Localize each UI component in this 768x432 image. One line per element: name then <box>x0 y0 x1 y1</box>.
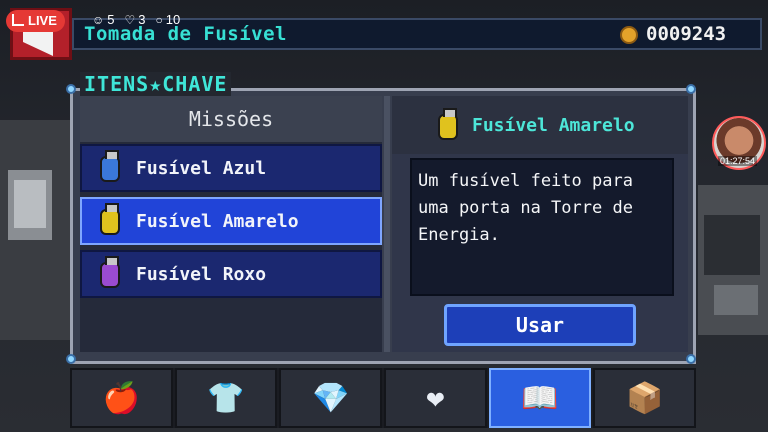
tab-food[interactable]: 🍎 <box>70 368 173 428</box>
coin-count: 0009243 <box>646 23 727 45</box>
panel-corner-gem <box>686 354 696 364</box>
item-detail: Fusível Amarelo Um fusível feito para um… <box>392 96 688 352</box>
panel-corner-gem <box>686 84 696 94</box>
signal-icon <box>12 14 24 26</box>
fuse-icon <box>100 150 120 182</box>
item-detail-name: Fusível Amarelo <box>472 114 635 136</box>
list-item-fuse-purple[interactable]: Fusível Roxo <box>80 250 382 298</box>
fuse-icon <box>100 256 120 288</box>
tab-armor[interactable]: 👕 <box>174 368 278 428</box>
panel-corner-gem <box>66 354 76 364</box>
tab-gems[interactable]: 💎 <box>279 368 383 428</box>
tab-mystery[interactable]: 📦 <box>593 368 697 428</box>
list-item-fuse-blue[interactable]: Fusível Azul <box>80 144 382 192</box>
mystery-box-icon: 📦 <box>626 380 664 416</box>
item-label: Fusível Roxo <box>136 263 267 285</box>
item-detail-header: Fusível Amarelo <box>392 96 688 154</box>
background-wall-left <box>0 120 70 340</box>
background-wall-right <box>698 185 768 335</box>
book-icon: 📖 <box>521 380 559 416</box>
viewers-stat: ☺ 5 <box>92 12 115 27</box>
tab-hearts[interactable]: ❤ <box>384 368 487 428</box>
armor-icon: 👕 <box>207 380 245 416</box>
likes-stat: ♡ 3 <box>124 12 146 27</box>
panel-title: ITENS★CHAVE <box>80 72 232 96</box>
comments-stat: ○ 10 <box>155 12 181 27</box>
use-button[interactable]: Usar <box>444 304 636 346</box>
live-badge: LIVE <box>6 10 65 32</box>
heart-icon: ♡ <box>124 13 136 27</box>
panel-corner-gem <box>66 84 76 94</box>
item-label: Fusível Azul <box>136 157 267 179</box>
item-label: Fusível Amarelo <box>136 210 299 232</box>
hearts-icon: ❤ <box>426 380 445 416</box>
coin-icon <box>620 26 638 44</box>
section-title: Missões <box>80 96 382 142</box>
comment-icon: ○ <box>155 13 163 27</box>
list-item-fuse-yellow[interactable]: Fusível Amarelo <box>80 197 382 245</box>
webcam-timer: 01:27:54 <box>718 156 758 166</box>
fuse-icon <box>100 203 120 235</box>
tab-key-items[interactable]: 📖 <box>488 368 592 428</box>
inventory-tabs: 🍎 👕 💎 ❤ 📖 📦 <box>70 368 697 428</box>
stream-stats: ☺ 5 ♡ 3 ○ 10 <box>92 12 180 27</box>
item-description: Um fusível feito para uma porta na Torre… <box>410 158 674 296</box>
fuse-icon <box>438 108 458 140</box>
gems-icon: 💎 <box>312 380 350 416</box>
food-icon: 🍎 <box>102 380 141 416</box>
panel-divider <box>384 96 390 352</box>
user-icon: ☺ <box>92 13 105 27</box>
item-list: Missões Fusível Azul Fusível Amarelo Fus… <box>80 96 382 352</box>
